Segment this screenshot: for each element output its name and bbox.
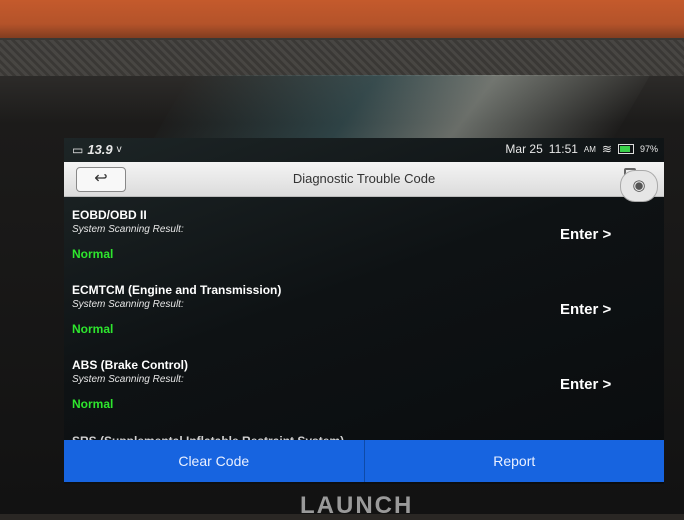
result-status: Normal — [72, 397, 114, 411]
screenshot-camera-button[interactable]: ◉ — [620, 170, 658, 202]
report-button[interactable]: Report — [363, 440, 665, 482]
result-label: System Scanning Result: — [72, 299, 184, 310]
clear-code-button[interactable]: Clear Code — [64, 440, 364, 482]
result-list: EOBD/OBD II System Scanning Result: Norm… — [64, 204, 664, 429]
bezel-texture — [0, 40, 684, 76]
title-bar: ↩ Diagnostic Trouble Code — [64, 162, 664, 197]
list-item: ABS (Brake Control) System Scanning Resu… — [64, 354, 664, 429]
camera-icon: ◉ — [632, 177, 646, 194]
page-title: Diagnostic Trouble Code — [292, 171, 436, 186]
system-name: ABS (Brake Control) — [72, 358, 189, 372]
list-item: EOBD/OBD II System Scanning Result: Norm… — [64, 204, 664, 279]
battery-percent: 97% — [639, 144, 658, 154]
result-status: Normal — [72, 322, 114, 336]
status-date: Mar 25 — [505, 142, 543, 156]
system-name: ECMTCM (Engine and Transmission) — [72, 283, 282, 297]
screen-glare — [149, 75, 651, 145]
result-status: Normal — [72, 247, 114, 261]
status-ampm: AM — [583, 144, 596, 154]
enter-button[interactable]: Enter > — [560, 226, 611, 243]
voltage-unit: v — [116, 144, 122, 155]
list-item: ECMTCM (Engine and Transmission) System … — [64, 279, 664, 354]
result-label: System Scanning Result: — [72, 224, 184, 235]
device-brand-logo: LAUNCH — [300, 492, 414, 519]
voltage-reading: 13.9 — [87, 142, 113, 157]
device-case — [0, 0, 684, 40]
system-name: EOBD/OBD II — [72, 208, 147, 222]
status-time: 11:51 — [548, 142, 578, 156]
status-bar: ▭ 13.9 v Mar 25 11:51 AM ≋ 97% — [64, 138, 664, 162]
battery-icon — [617, 144, 634, 154]
wifi-icon: ≋ — [601, 142, 612, 156]
car-battery-icon: ▭ — [72, 142, 84, 157]
enter-button[interactable]: Enter > — [560, 376, 611, 393]
screen: ▭ 13.9 v Mar 25 11:51 AM ≋ 97% ↩ Diagnos… — [64, 138, 664, 484]
enter-button[interactable]: Enter > — [560, 301, 611, 318]
footer-bar: Clear Code Report — [64, 440, 664, 482]
result-label: System Scanning Result: — [72, 374, 184, 385]
